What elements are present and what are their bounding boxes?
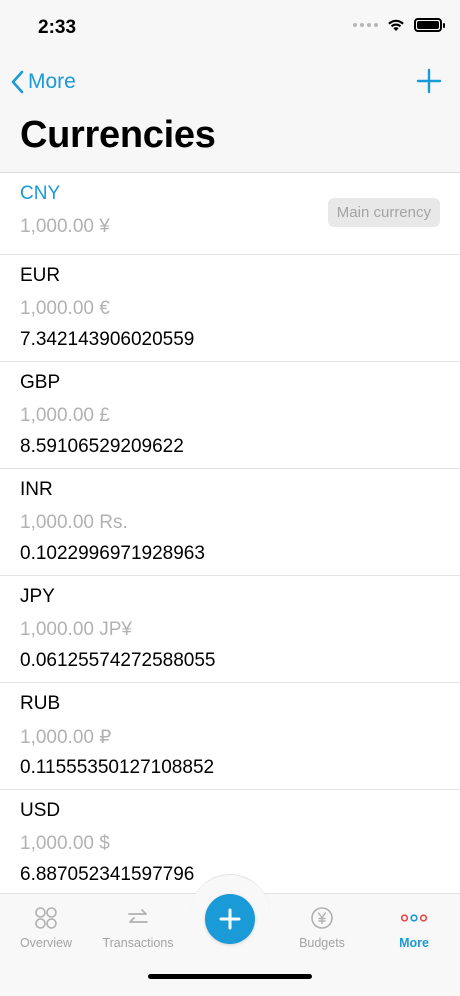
currency-list: CNY 1,000.00 ¥ Main currency EUR 1,000.0… xyxy=(0,173,460,897)
currency-amount: 1,000.00 Rs. xyxy=(20,512,128,533)
currency-amount: 1,000.00 ₽ xyxy=(20,727,112,748)
currency-rate: 8.59106529209622 xyxy=(20,436,184,457)
wifi-icon xyxy=(388,19,404,31)
list-item[interactable]: RUB 1,000.00 ₽ 0.11555350127108852 xyxy=(0,683,460,790)
currency-code: EUR xyxy=(20,265,61,286)
page-title: Currencies xyxy=(20,114,216,156)
currency-code: JPY xyxy=(20,586,55,607)
currency-code: CNY xyxy=(20,183,61,204)
battery-icon xyxy=(414,18,445,32)
tab-budgets-label: Budgets xyxy=(299,936,345,950)
overview-grid-icon xyxy=(35,907,57,929)
plus-icon xyxy=(219,908,241,930)
chevron-left-icon xyxy=(11,70,24,94)
list-item[interactable]: GBP 1,000.00 £ 8.59106529209622 xyxy=(0,362,460,469)
status-time: 2:33 xyxy=(38,17,77,38)
status-icons xyxy=(353,18,445,32)
currency-code: GBP xyxy=(20,372,61,393)
tab-transactions[interactable]: Transactions xyxy=(92,906,184,950)
currency-code: RUB xyxy=(20,693,61,714)
currency-code: INR xyxy=(20,479,53,500)
tab-budgets[interactable]: Budgets xyxy=(276,906,368,950)
add-transaction-button[interactable] xyxy=(205,894,255,944)
currency-amount: 1,000.00 $ xyxy=(20,833,110,854)
tab-overview[interactable]: Overview xyxy=(0,906,92,950)
plus-icon xyxy=(416,68,442,94)
currency-rate: 0.06125574272588055 xyxy=(20,650,216,671)
navigation-bar: More Currencies xyxy=(0,56,460,173)
status-bar: 2:33 xyxy=(0,0,460,56)
tab-more-label: More xyxy=(399,936,429,950)
currency-amount: 1,000.00 JP¥ xyxy=(20,619,132,640)
list-item[interactable]: INR 1,000.00 Rs. 0.1022996971928963 xyxy=(0,469,460,576)
currency-rate: 7.342143906020559 xyxy=(20,329,195,350)
transfer-arrows-icon xyxy=(128,909,148,923)
currency-rate: 0.1022996971928963 xyxy=(20,543,205,564)
list-item[interactable]: JPY 1,000.00 JP¥ 0.06125574272588055 xyxy=(0,576,460,683)
tab-more[interactable]: More xyxy=(368,906,460,950)
tab-overview-label: Overview xyxy=(19,936,73,950)
back-button-label: More xyxy=(28,70,76,93)
currency-amount: 1,000.00 € xyxy=(20,298,110,319)
home-indicator xyxy=(148,974,312,979)
currency-amount: 1,000.00 £ xyxy=(20,405,110,426)
yuan-coin-icon xyxy=(311,907,333,929)
back-button[interactable]: More xyxy=(10,67,76,97)
currency-amount: 1,000.00 ¥ xyxy=(20,216,110,237)
add-currency-button[interactable] xyxy=(416,68,442,94)
more-dots-icon xyxy=(400,914,428,922)
list-item[interactable]: EUR 1,000.00 € 7.342143906020559 xyxy=(0,255,460,362)
currency-code: USD xyxy=(20,800,61,821)
signal-icon xyxy=(353,23,378,27)
tab-transactions-label: Transactions xyxy=(102,936,174,950)
tab-bar: Overview Transactions Budgets More xyxy=(0,874,460,996)
list-item-main-currency[interactable]: CNY 1,000.00 ¥ Main currency xyxy=(0,173,460,255)
currency-rate: 6.887052341597796 xyxy=(20,864,195,885)
currency-rate: 0.11555350127108852 xyxy=(20,757,215,778)
main-currency-badge: Main currency xyxy=(327,198,440,227)
